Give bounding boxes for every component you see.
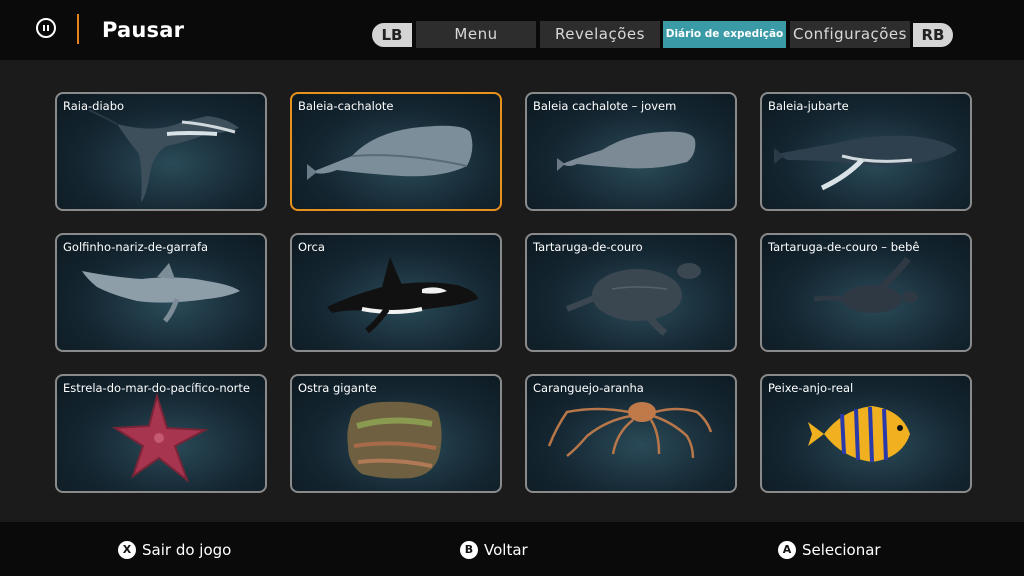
- card-label: Baleia-jubarte: [768, 99, 849, 113]
- tab-configuracoes[interactable]: Configurações: [790, 21, 910, 48]
- creature-card-caranguejo-aranha[interactable]: Caranguejo-aranha: [525, 374, 737, 493]
- select-button[interactable]: A Selecionar: [778, 540, 881, 560]
- creature-card-peixe-anjo-real[interactable]: Peixe-anjo-real: [760, 374, 972, 493]
- creature-card-raia-diabo[interactable]: Raia-diabo: [55, 92, 267, 211]
- back-label: Voltar: [484, 541, 528, 559]
- header-divider: [77, 14, 79, 44]
- card-label: Baleia-cachalote: [298, 99, 394, 113]
- back-button[interactable]: B Voltar: [460, 540, 528, 560]
- top-bar: Pausar LB Menu Revelações Diário de expe…: [0, 0, 1024, 60]
- tab-diario-de-expedicao[interactable]: Diário de expedição: [663, 21, 786, 48]
- pause-icon[interactable]: [36, 18, 56, 38]
- creature-card-tartaruga-bebe[interactable]: Tartaruga-de-couro – bebê: [760, 233, 972, 352]
- card-label: Ostra gigante: [298, 381, 377, 395]
- rb-bumper-button[interactable]: RB: [913, 23, 953, 47]
- select-label: Selecionar: [802, 541, 881, 559]
- card-label: Peixe-anjo-real: [768, 381, 854, 395]
- creature-card-baleia-cachalote[interactable]: Baleia-cachalote: [290, 92, 502, 211]
- lb-bumper-button[interactable]: LB: [372, 23, 412, 47]
- button-hints-bar: X Sair do jogo B Voltar A Selecionar: [0, 522, 1024, 576]
- creature-card-estrela-do-mar[interactable]: Estrela-do-mar-do-pacífico-norte: [55, 374, 267, 493]
- creature-card-golfinho[interactable]: Golfinho-nariz-de-garrafa: [55, 233, 267, 352]
- creature-card-orca[interactable]: Orca: [290, 233, 502, 352]
- card-label: Tartaruga-de-couro: [533, 240, 643, 254]
- card-label: Tartaruga-de-couro – bebê: [768, 240, 920, 254]
- card-label: Golfinho-nariz-de-garrafa: [63, 240, 209, 254]
- card-label: Caranguejo-aranha: [533, 381, 644, 395]
- exit-game-label: Sair do jogo: [142, 541, 232, 559]
- tab-menu[interactable]: Menu: [416, 21, 536, 48]
- x-button-icon: X: [118, 541, 136, 559]
- creature-card-baleia-cachalote-jovem[interactable]: Baleia cachalote – jovem: [525, 92, 737, 211]
- a-button-icon: A: [778, 541, 796, 559]
- creature-card-ostra-gigante[interactable]: Ostra gigante: [290, 374, 502, 493]
- b-button-icon: B: [460, 541, 478, 559]
- creature-card-tartaruga-de-couro[interactable]: Tartaruga-de-couro: [525, 233, 737, 352]
- card-label: Orca: [298, 240, 325, 254]
- card-label: Estrela-do-mar-do-pacífico-norte: [63, 381, 250, 395]
- creature-grid: Raia-diabo Baleia-cachalote Baleia cacha…: [0, 60, 1024, 522]
- tab-revelacoes[interactable]: Revelações: [540, 21, 660, 48]
- card-label: Raia-diabo: [63, 99, 125, 113]
- card-label: Baleia cachalote – jovem: [533, 99, 677, 113]
- creature-card-baleia-jubarte[interactable]: Baleia-jubarte: [760, 92, 972, 211]
- exit-game-button[interactable]: X Sair do jogo: [118, 540, 231, 560]
- page-title: Pausar: [102, 18, 185, 42]
